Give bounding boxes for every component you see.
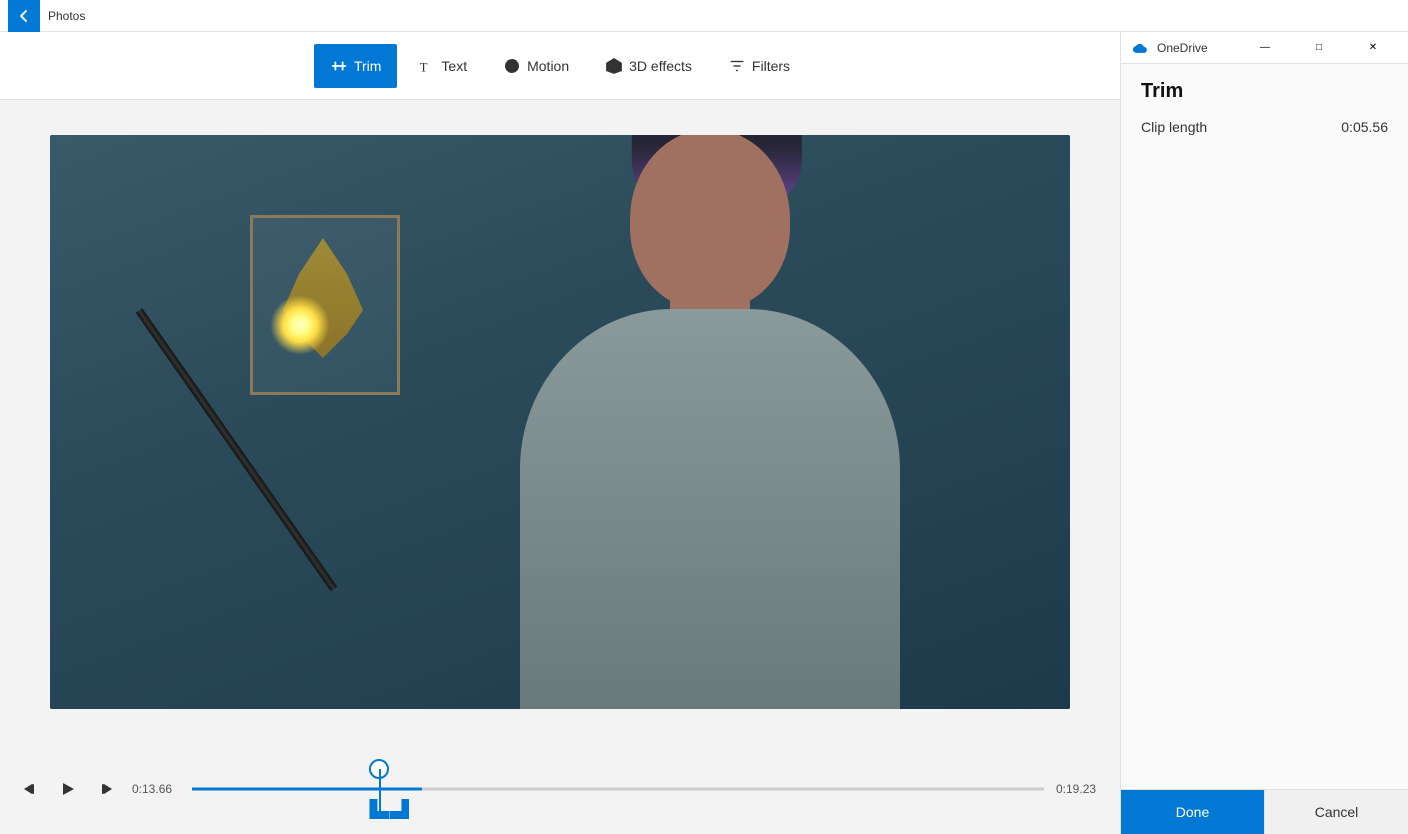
cancel-button[interactable]: Cancel <box>1264 790 1408 834</box>
onedrive-left: OneDrive <box>1133 41 1208 55</box>
onedrive-bar: OneDrive — □ ✕ <box>1121 32 1408 64</box>
done-button[interactable]: Done <box>1121 790 1264 834</box>
playback-controls <box>16 773 120 805</box>
current-time: 0:13.66 <box>132 782 180 796</box>
close-button[interactable]: ✕ <box>1350 32 1396 64</box>
panel-spacer <box>1121 143 1408 789</box>
step-back-button[interactable] <box>16 773 48 805</box>
title-bar: Photos <box>0 0 1408 32</box>
wall-art-frame <box>250 215 400 395</box>
clip-length-row: Clip length 0:05.56 <box>1121 111 1408 143</box>
back-button[interactable] <box>8 0 40 32</box>
clip-length-label: Clip length <box>1141 119 1207 135</box>
track-played <box>192 788 422 791</box>
tab-motion[interactable]: Motion <box>487 44 585 88</box>
onedrive-icon <box>1133 42 1151 54</box>
video-bg <box>50 135 1070 709</box>
person-body <box>520 309 900 709</box>
maximize-button[interactable]: □ <box>1296 32 1342 64</box>
light-source <box>270 295 330 355</box>
tab-text[interactable]: T Text <box>401 44 483 88</box>
tab-filters[interactable]: Filters <box>712 44 806 88</box>
person <box>460 189 960 709</box>
end-time: 0:19.23 <box>1056 782 1104 796</box>
minimize-button[interactable]: — <box>1242 32 1288 64</box>
app-title: Photos <box>48 9 85 23</box>
toolbar: Trim T Text Motion 3D effects Filters <box>0 32 1120 100</box>
timeline-track[interactable] <box>192 759 1044 819</box>
onedrive-label: OneDrive <box>1157 41 1208 55</box>
panel-title: Trim <box>1121 64 1408 111</box>
trim-bracket-right[interactable] <box>389 799 409 819</box>
tab-3deffects[interactable]: 3D effects <box>589 44 708 88</box>
play-button[interactable] <box>52 773 84 805</box>
step-forward-button[interactable] <box>88 773 120 805</box>
onedrive-controls: — □ ✕ <box>1242 32 1396 64</box>
timeline-area: 0:13.66 0:19.23 <box>0 744 1120 834</box>
editor-area: Trim T Text Motion 3D effects Filters <box>0 32 1120 834</box>
video-container <box>0 100 1120 744</box>
main-container: Trim T Text Motion 3D effects Filters <box>0 32 1408 834</box>
clip-length-value: 0:05.56 <box>1341 119 1388 135</box>
video-frame <box>50 135 1070 709</box>
svg-text:T: T <box>420 60 428 74</box>
panel-buttons: Done Cancel <box>1121 789 1408 834</box>
side-panel: OneDrive — □ ✕ Trim Clip length 0:05.56 … <box>1120 32 1408 834</box>
tab-trim[interactable]: Trim <box>314 44 397 88</box>
